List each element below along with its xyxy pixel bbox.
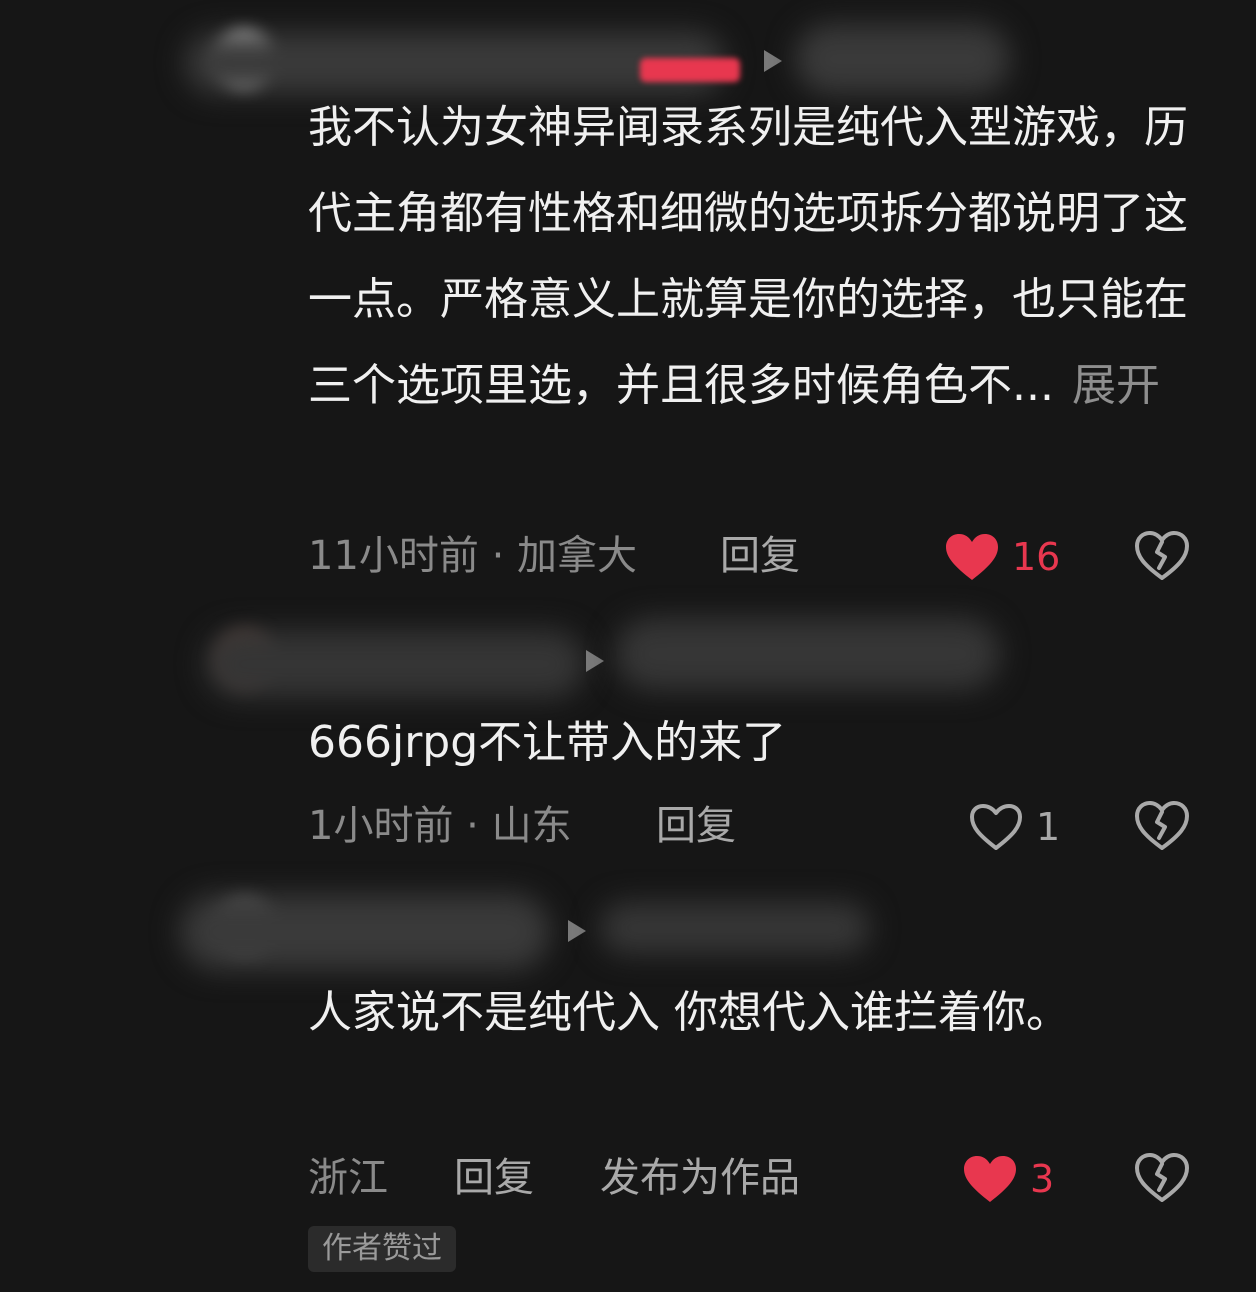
comment-3-header (0, 880, 1256, 970)
comment-2-body: 666jrpg不让带入的来了 (308, 717, 787, 768)
comment-2-text: 666jrpg不让带入的来了 (308, 700, 1208, 786)
comment-3-location: 浙江 (308, 1155, 388, 1201)
comment-1-like-count: 16 (1012, 535, 1061, 579)
heart-icon (946, 534, 998, 580)
broken-heart-icon[interactable] (1134, 530, 1190, 582)
comment-2-like-button[interactable]: 1 (968, 802, 1060, 852)
play-arrow-icon (764, 50, 782, 72)
comment-3-like-button[interactable]: 3 (962, 1154, 1054, 1204)
reply-to-username-redacted[interactable] (615, 618, 1000, 690)
comment-1-time-location: 11小时前 · 加拿大 (308, 533, 638, 579)
comment-1-like-button[interactable]: 16 (944, 532, 1060, 582)
comment-3-like-count: 3 (1030, 1157, 1055, 1201)
heart-icon (964, 1156, 1016, 1202)
comment-2-time-location: 1小时前 · 山东 (308, 803, 572, 849)
comment-3-body: 人家说不是纯代入 你想代入谁拦着你。 (308, 987, 1070, 1038)
comment-3-text: 人家说不是纯代入 你想代入谁拦着你。 (308, 970, 1208, 1056)
comment-3-reply-button[interactable]: 回复 (454, 1148, 534, 1208)
comment-2-like-count: 1 (1036, 805, 1061, 849)
reply-to-username-redacted[interactable] (795, 24, 1010, 94)
username-redacted[interactable] (180, 894, 550, 970)
comment-1-meta: 11小时前 · 加拿大 回复 16 (308, 526, 1208, 586)
comment-2-header (0, 610, 1256, 700)
broken-heart-icon[interactable] (1134, 800, 1190, 852)
username-redacted[interactable] (205, 630, 585, 698)
comment-1-body: 我不认为女神异闻录系列是纯代入型游戏，历代主角都有性格和细微的选项拆分都说明了这… (308, 102, 1188, 411)
heart-icon (970, 804, 1022, 850)
play-arrow-icon (586, 650, 604, 672)
comment-2-reply-button[interactable]: 回复 (656, 796, 736, 856)
broken-heart-icon[interactable] (1134, 1152, 1190, 1204)
author-tag (640, 58, 740, 82)
publish-as-work-button[interactable]: 发布为作品 (600, 1148, 800, 1208)
expand-link[interactable]: 展开 (1072, 360, 1160, 411)
comment-1-text: 我不认为女神异闻录系列是纯代入型游戏，历代主角都有性格和细微的选项拆分都说明了这… (308, 85, 1208, 429)
play-arrow-icon (568, 920, 586, 942)
comment-3-meta: 浙江 回复 发布为作品 3 (308, 1148, 1208, 1208)
reply-to-username-redacted[interactable] (600, 902, 870, 954)
comment-2-meta: 1小时前 · 山东 回复 1 (308, 796, 1208, 856)
author-liked-badge: 作者赞过 (308, 1226, 456, 1272)
comment-1-reply-button[interactable]: 回复 (720, 526, 800, 586)
